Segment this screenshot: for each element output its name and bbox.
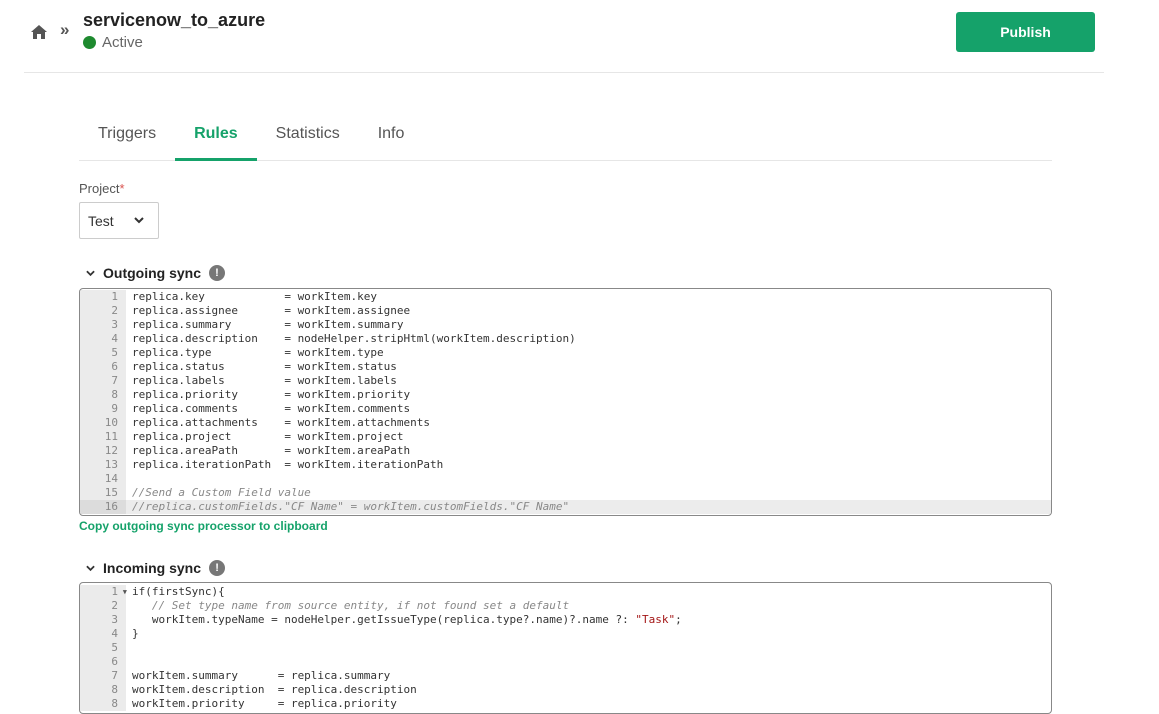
incoming-sync-title: Incoming sync (103, 560, 202, 576)
status-label: Active (102, 34, 143, 51)
info-icon[interactable]: ! (209, 265, 225, 281)
chevron-down-icon (86, 270, 95, 276)
project-select[interactable]: Test (79, 202, 159, 239)
status-indicator: Active (83, 34, 143, 51)
tab-statistics[interactable]: Statistics (257, 112, 359, 158)
code-line: 8 replica.priority = workItem.priority (80, 388, 1051, 402)
code-line: 5 (80, 641, 1051, 655)
outgoing-code-editor[interactable]: 1 replica.key = workItem.key 2 replica.ass… (79, 288, 1052, 516)
code-line: 10 replica.attachments = workItem.attachm… (80, 416, 1051, 430)
project-label-text: Project (79, 181, 120, 196)
header-bar: » servicenow_to_azure Active Publish (24, 0, 1104, 73)
code-line: 6 replica.status = workItem.status (80, 360, 1051, 374)
code-line: 11 replica.project = workItem.project (80, 430, 1051, 444)
code-line: 1 replica.key = workItem.key (80, 290, 1051, 304)
code-line: 14 (80, 472, 1051, 486)
status-dot-icon (83, 36, 96, 49)
info-icon[interactable]: ! (209, 560, 226, 576)
breadcrumb-separator: » (60, 20, 70, 39)
connection-title: servicenow_to_azure (83, 10, 266, 30)
tab-triggers[interactable]: Triggers (79, 112, 175, 158)
code-line: 9 replica.comments = workItem.comments (80, 402, 1051, 416)
code-line: 4 replica.description = nodeHelper.stripH… (80, 332, 1051, 346)
code-line: 12 replica.areaPath = workItem.areaPath (80, 444, 1051, 458)
code-line: 1 ▼ if(firstSync){ (80, 585, 1051, 599)
incoming-code-editor[interactable]: 1 ▼ if(firstSync){ 2 // Set type name from… (79, 582, 1052, 714)
publish-button[interactable]: Publish (956, 12, 1095, 52)
copy-outgoing-link[interactable]: Copy outgoing sync processor to clipboar… (79, 519, 328, 533)
code-line: 8 workItem.priority = replica.priority (80, 697, 1051, 711)
code-line: 5 replica.type = workItem.type (80, 346, 1051, 360)
incoming-sync-header[interactable]: Incoming sync ! (86, 560, 226, 576)
code-line: 13 replica.iterationPath = workItem.itera… (80, 458, 1051, 472)
tab-info[interactable]: Info (359, 112, 424, 158)
code-line: 3 workItem.typeName = nodeHelper.getIssu… (80, 613, 1051, 627)
code-line-active: 16//replica.customFields."CF Name" = wor… (80, 500, 1051, 514)
code-line: 3 replica.summary = workItem.summary (80, 318, 1051, 332)
tab-bar: Triggers Rules Statistics Info (79, 112, 1052, 161)
outgoing-sync-title: Outgoing sync (103, 265, 201, 281)
tab-rules[interactable]: Rules (175, 112, 257, 161)
fold-arrow-icon[interactable]: ▼ (123, 585, 127, 599)
home-icon[interactable] (30, 24, 48, 40)
code-line: 15//Send a Custom Field value (80, 486, 1051, 500)
code-line: 6 (80, 655, 1051, 669)
chevron-down-icon (86, 565, 95, 571)
code-line: 7 workItem.summary = replica.summary (80, 669, 1051, 683)
code-line: 7 replica.labels = workItem.labels (80, 374, 1051, 388)
code-line: 2 // Set type name from source entity, i… (80, 599, 1051, 613)
code-line: 4} (80, 627, 1051, 641)
chevron-down-icon (134, 217, 144, 224)
project-label: Project* (79, 181, 125, 196)
required-mark: * (119, 181, 125, 196)
project-select-value: Test (88, 212, 114, 229)
outgoing-sync-header[interactable]: Outgoing sync ! (86, 265, 225, 281)
code-line: 2 replica.assignee = workItem.assignee (80, 304, 1051, 318)
